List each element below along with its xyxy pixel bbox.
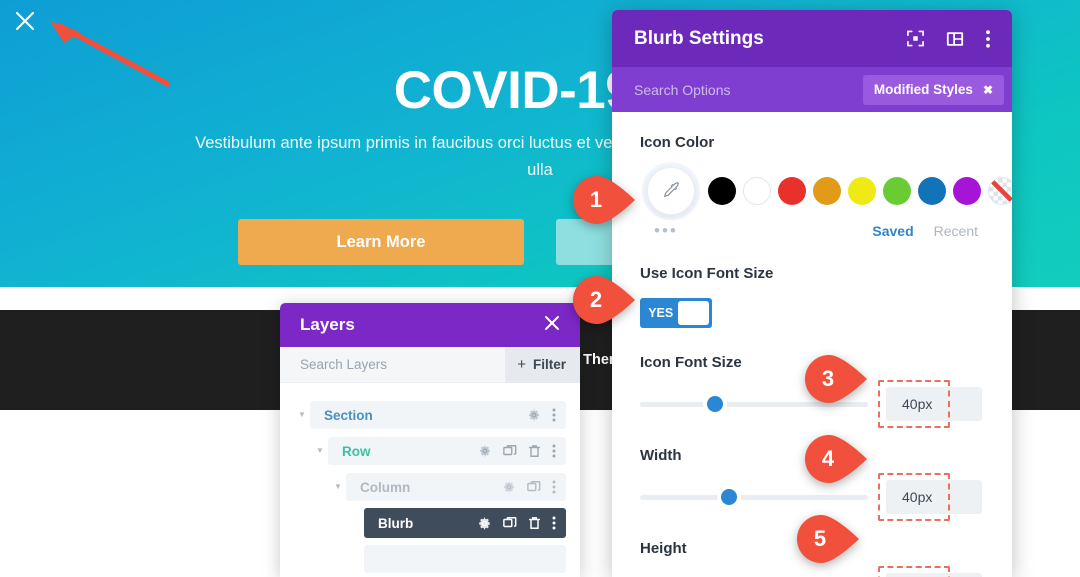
blurb-settings-panel: Blurb Settings Search Options Modified S…: [612, 10, 1012, 577]
settings-header-actions: [907, 29, 990, 48]
gear-icon[interactable]: [527, 408, 541, 422]
kebab-icon[interactable]: [552, 444, 556, 458]
highlight-box: [878, 566, 950, 577]
screen-root: COVID-19 N Vestibulum ante ipsum primis …: [0, 0, 1080, 577]
icon-color-swatch-row: [640, 167, 1012, 215]
layer-row-row[interactable]: ▼ Row: [280, 437, 580, 465]
search-options-input[interactable]: [634, 81, 863, 98]
color-tabs: Saved Recent: [872, 223, 984, 239]
width-input[interactable]: [902, 489, 962, 505]
swatch-black[interactable]: [708, 177, 736, 205]
tab-saved[interactable]: Saved: [872, 223, 913, 239]
swatch-green[interactable]: [883, 177, 911, 205]
layer-row-partial[interactable]: [280, 545, 580, 573]
width-row: [640, 473, 984, 521]
icon-color-label: Icon Color: [640, 134, 715, 151]
close-icon[interactable]: ✖: [983, 83, 993, 97]
trash-icon[interactable]: [528, 444, 541, 458]
learn-more-button[interactable]: Learn More: [238, 219, 524, 265]
more-options-icon[interactable]: •••: [654, 222, 678, 239]
annotation-arrow-icon: [50, 21, 170, 87]
kebab-icon[interactable]: [552, 408, 556, 422]
width-slider[interactable]: [640, 489, 868, 505]
swatch-transparent[interactable]: [988, 177, 1012, 205]
gear-icon[interactable]: [477, 516, 492, 531]
height-value[interactable]: [878, 566, 982, 577]
slider-handle[interactable]: [720, 489, 737, 505]
chevron-down-icon[interactable]: ▼: [294, 411, 310, 419]
layout-icon[interactable]: [946, 31, 964, 47]
gear-icon[interactable]: [502, 480, 516, 494]
layer-row-column[interactable]: ▼ Column: [280, 473, 580, 501]
swatch-white[interactable]: [743, 177, 771, 205]
fullscreen-icon[interactable]: [907, 30, 924, 47]
duplicate-icon[interactable]: [527, 480, 541, 494]
settings-header: Blurb Settings: [612, 10, 1012, 67]
color-swatches: [708, 177, 1012, 205]
duplicate-icon[interactable]: [503, 516, 517, 530]
gear-icon[interactable]: [478, 444, 492, 458]
layers-panel: Layers + Filter ▼ Section: [280, 303, 580, 577]
toggle-knob: [678, 301, 709, 325]
layer-row-actions: [527, 408, 556, 422]
layer-row-section[interactable]: ▼ Section: [280, 401, 580, 429]
layers-tree: ▼ Section ▼ Row ▼ Column Blurb: [280, 383, 580, 573]
use-icon-font-size-toggle[interactable]: YES: [640, 298, 712, 328]
layer-row-blurb[interactable]: Blurb: [280, 508, 580, 538]
icon-font-size-label: Icon Font Size: [640, 354, 742, 371]
width-value[interactable]: [878, 473, 982, 521]
kebab-icon[interactable]: [552, 516, 556, 530]
filter-button[interactable]: + Filter: [505, 346, 580, 383]
layer-label: Blurb: [378, 515, 414, 531]
height-label: Height: [640, 540, 687, 557]
layer-row-actions: [502, 480, 556, 494]
tab-recent[interactable]: Recent: [934, 223, 978, 239]
icon-font-size-slider[interactable]: [640, 396, 868, 412]
toggle-value: YES: [648, 306, 674, 320]
settings-title: Blurb Settings: [634, 27, 764, 49]
chevron-down-icon[interactable]: ▼: [312, 447, 328, 455]
modified-styles-label: Modified Styles: [873, 82, 973, 97]
layer-row-actions: [477, 516, 556, 531]
filter-button-label: Filter: [532, 357, 566, 372]
swatch-blue[interactable]: [918, 177, 946, 205]
modified-styles-badge[interactable]: Modified Styles ✖: [862, 74, 1004, 105]
search-layers-input[interactable]: [300, 357, 506, 372]
plus-icon: +: [517, 356, 526, 373]
slider-handle[interactable]: [707, 396, 724, 412]
icon-font-size-input[interactable]: [902, 396, 962, 412]
close-icon[interactable]: [8, 4, 42, 38]
settings-body: Icon Color ••• Saved Recent Use Icon Fon…: [612, 112, 1012, 577]
layer-label: Row: [342, 443, 371, 459]
chevron-down-icon[interactable]: ▼: [330, 483, 346, 491]
layer-row-actions: [478, 444, 556, 458]
trash-icon[interactable]: [528, 516, 541, 530]
layers-panel-title: Layers: [300, 315, 355, 334]
icon-font-size-value[interactable]: [878, 380, 982, 428]
swatch-yellow[interactable]: [848, 177, 876, 205]
swatch-orange[interactable]: [813, 177, 841, 205]
settings-search-bar: Modified Styles ✖: [612, 67, 1012, 112]
duplicate-icon[interactable]: [503, 444, 517, 458]
use-icon-font-size-label: Use Icon Font Size: [640, 265, 774, 282]
close-icon[interactable]: [540, 313, 564, 337]
layers-search-bar: + Filter: [280, 346, 580, 383]
swatch-red[interactable]: [778, 177, 806, 205]
layer-label: Column: [360, 479, 411, 495]
eyedropper-icon[interactable]: [647, 167, 695, 215]
icon-color-meta-row: ••• Saved Recent: [640, 222, 984, 239]
icon-font-size-row: [640, 380, 984, 428]
kebab-icon[interactable]: [986, 29, 990, 48]
kebab-icon[interactable]: [552, 480, 556, 494]
height-row: [640, 566, 984, 577]
width-label: Width: [640, 447, 682, 464]
layer-label: Section: [324, 407, 373, 423]
layers-panel-header: Layers: [280, 303, 580, 347]
swatch-purple[interactable]: [953, 177, 981, 205]
